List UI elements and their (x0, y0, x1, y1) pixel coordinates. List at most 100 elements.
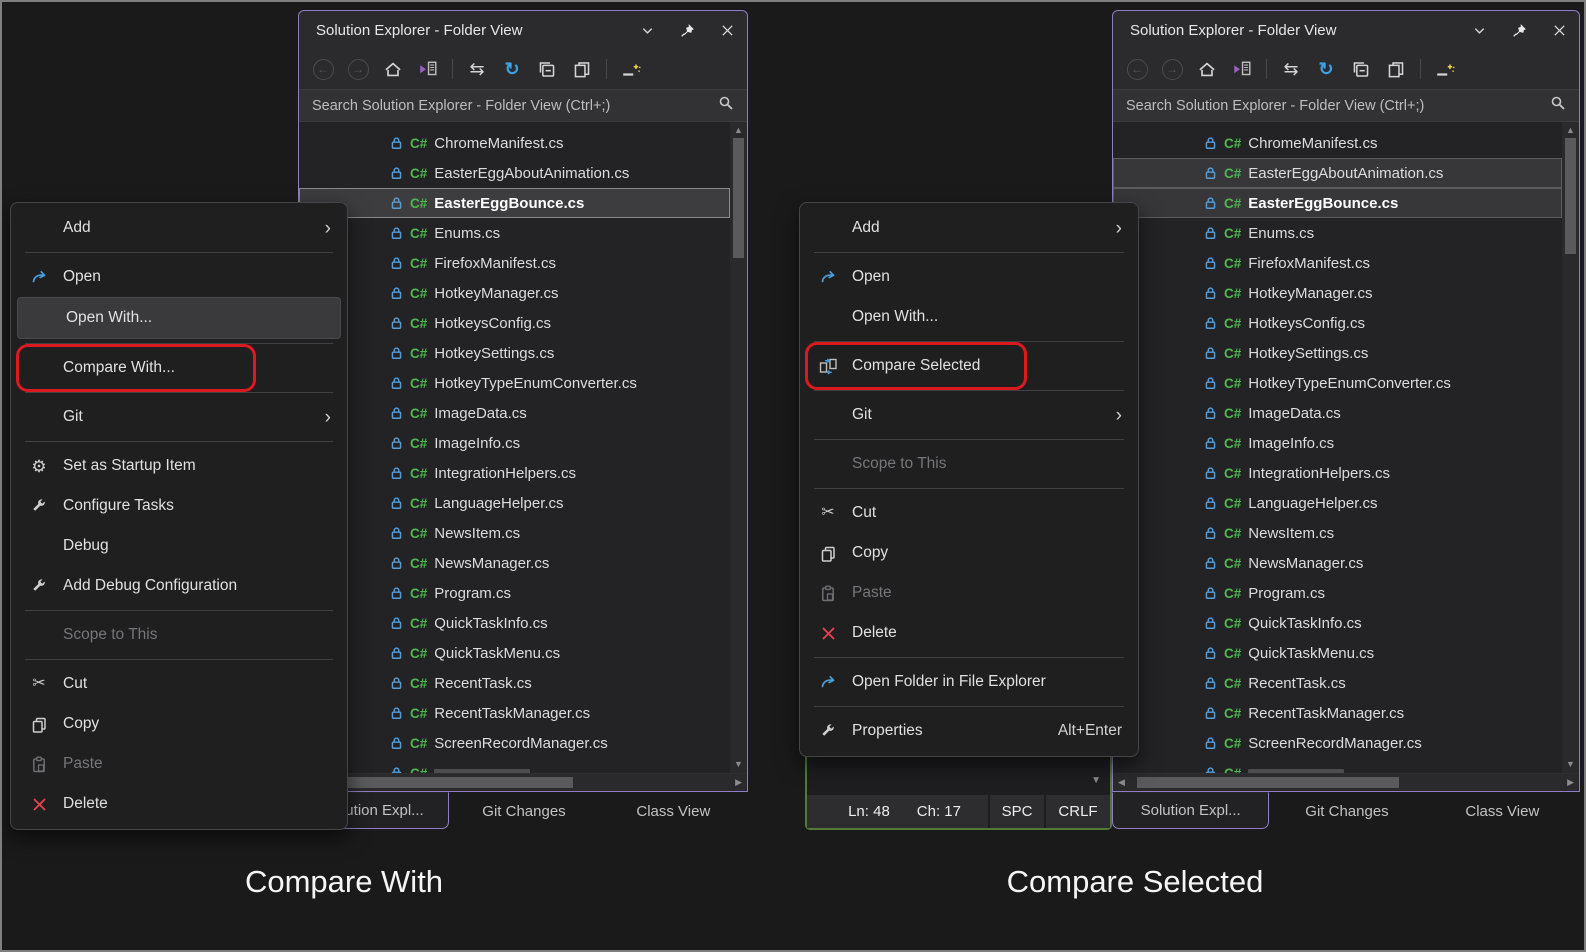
file-row[interactable]: C# Enums.cs (299, 218, 730, 248)
vertical-scroll-thumb[interactable] (733, 138, 744, 258)
file-row[interactable]: C# QuickTaskMenu.cs (1113, 638, 1562, 668)
forward-button[interactable]: → (1161, 58, 1183, 80)
vertical-scroll-thumb[interactable] (1565, 138, 1576, 254)
file-row[interactable]: C# HotkeyTypeEnumConverter.cs (1113, 368, 1562, 398)
file-row[interactable]: C# ScreenRecordManager.cs (299, 728, 730, 758)
file-row[interactable]: C# NewsItem.cs (1113, 518, 1562, 548)
collapse-all-button[interactable] (1350, 58, 1372, 80)
close-icon[interactable] (719, 22, 735, 38)
panel-titlebar[interactable]: Solution Explorer - Folder View (299, 11, 747, 49)
menu-item-delete[interactable]: Delete (15, 784, 343, 824)
file-row[interactable]: C# HotkeyManager.cs (299, 278, 730, 308)
file-row[interactable]: C# QuickTaskMenu.cs (299, 638, 730, 668)
horizontal-scroll-thumb[interactable] (1137, 777, 1399, 788)
file-row[interactable]: C# EasterEggBounce.cs (1113, 188, 1562, 218)
file-row[interactable]: C# NewsManager.cs (1113, 548, 1562, 578)
menu-item-open-with[interactable]: Open With... (804, 297, 1134, 337)
file-row[interactable]: C# Enums.cs (1113, 218, 1562, 248)
scroll-right-arrow[interactable]: ▶ (1567, 778, 1574, 787)
file-row[interactable]: C# ImageInfo.cs (1113, 428, 1562, 458)
file-row[interactable]: C# IntegrationHelpers.cs (1113, 458, 1562, 488)
horizontal-scrollbar[interactable]: ◀ ▶ (299, 773, 747, 791)
menu-item-add[interactable]: Add › (804, 208, 1134, 248)
file-row[interactable]: C# QuickTaskInfo.cs (299, 608, 730, 638)
line-ending-indicator[interactable]: CRLF (1044, 795, 1110, 828)
file-row[interactable]: C# HotkeySettings.cs (299, 338, 730, 368)
space-indicator[interactable]: SPC (988, 795, 1044, 828)
switch-views-button[interactable]: ⇆ (466, 58, 488, 80)
file-row[interactable]: C# ImageInfo.cs (299, 428, 730, 458)
new-item-button[interactable] (1434, 58, 1456, 80)
scroll-down-arrow[interactable]: ▼ (1091, 775, 1101, 786)
file-row-partial[interactable]: C# (1113, 758, 1562, 773)
menu-item-open-folder-in-file-explorer[interactable]: Open Folder in File Explorer (804, 662, 1134, 702)
file-row[interactable]: C# ScreenRecordManager.cs (1113, 728, 1562, 758)
back-button[interactable]: ← (312, 58, 334, 80)
menu-item-git[interactable]: Git › (15, 397, 343, 437)
file-row[interactable]: C# NewsItem.cs (299, 518, 730, 548)
menu-item-git[interactable]: Git › (804, 395, 1134, 435)
file-row-partial[interactable]: C# (299, 758, 730, 773)
file-row[interactable]: C# Program.cs (299, 578, 730, 608)
scroll-left-arrow[interactable]: ◀ (1118, 778, 1125, 787)
file-row[interactable]: C# HotkeysConfig.cs (1113, 308, 1562, 338)
back-button[interactable]: ← (1126, 58, 1148, 80)
menu-item-properties[interactable]: Properties Alt+Enter (804, 711, 1134, 751)
close-icon[interactable] (1551, 22, 1567, 38)
file-row[interactable]: C# EasterEggBounce.cs (299, 188, 730, 218)
menu-item-configure-tasks[interactable]: Configure Tasks (15, 486, 343, 526)
file-row[interactable]: C# Program.cs (1113, 578, 1562, 608)
menu-item-add-debug-configuration[interactable]: Add Debug Configuration (15, 566, 343, 606)
panel-titlebar[interactable]: Solution Explorer - Folder View (1113, 11, 1579, 49)
file-row[interactable]: C# HotkeySettings.cs (1113, 338, 1562, 368)
chevron-down-icon[interactable] (639, 22, 655, 38)
menu-item-copy[interactable]: Copy (15, 704, 343, 744)
magnifier-icon[interactable] (1550, 95, 1566, 116)
file-row[interactable]: C# IntegrationHelpers.cs (299, 458, 730, 488)
file-row[interactable]: C# HotkeysConfig.cs (299, 308, 730, 338)
magnifier-icon[interactable] (718, 95, 734, 116)
scroll-up-arrow[interactable]: ▲ (1562, 126, 1579, 135)
file-row[interactable]: C# ChromeManifest.cs (1113, 128, 1562, 158)
search-box[interactable]: Search Solution Explorer - Folder View (… (299, 89, 747, 122)
scroll-up-arrow[interactable]: ▲ (730, 126, 747, 135)
menu-item-compare-with[interactable]: Compare With... (15, 344, 343, 392)
file-row[interactable]: C# ChromeManifest.cs (299, 128, 730, 158)
search-box[interactable]: Search Solution Explorer - Folder View (… (1113, 89, 1579, 122)
scroll-down-arrow[interactable]: ▼ (730, 760, 747, 769)
menu-item-set-as-startup-item[interactable]: ⚙ Set as Startup Item (15, 446, 343, 486)
show-all-files-button[interactable] (1385, 58, 1407, 80)
scroll-right-arrow[interactable]: ▶ (735, 778, 742, 787)
new-item-button[interactable] (620, 58, 642, 80)
show-all-files-button[interactable] (571, 58, 593, 80)
chevron-down-icon[interactable] (1471, 22, 1487, 38)
file-row[interactable]: C# NewsManager.cs (299, 548, 730, 578)
file-row[interactable]: C# HotkeyTypeEnumConverter.cs (299, 368, 730, 398)
menu-item-cut[interactable]: ✂ Cut (804, 493, 1134, 533)
menu-item-open[interactable]: Open (15, 257, 343, 297)
menu-item-compare-selected[interactable]: Compare Selected (804, 342, 1134, 390)
scroll-down-arrow[interactable]: ▼ (1562, 760, 1579, 769)
file-row[interactable]: C# EasterEggAboutAnimation.cs (299, 158, 730, 188)
home-button[interactable] (1196, 58, 1218, 80)
file-row[interactable]: C# FirefoxManifest.cs (299, 248, 730, 278)
tool-window-tab[interactable]: Class View (1425, 793, 1580, 829)
menu-item-cut[interactable]: ✂ Cut (15, 664, 343, 704)
collapse-all-button[interactable] (536, 58, 558, 80)
file-row[interactable]: C# HotkeyManager.cs (1113, 278, 1562, 308)
file-row[interactable]: C# RecentTask.cs (299, 668, 730, 698)
pin-icon[interactable] (679, 22, 695, 38)
file-row[interactable]: C# EasterEggAboutAnimation.cs (1113, 158, 1562, 188)
sync-active-document-button[interactable] (1231, 58, 1253, 80)
file-row[interactable]: C# ImageData.cs (1113, 398, 1562, 428)
file-row[interactable]: C# RecentTask.cs (1113, 668, 1562, 698)
horizontal-scroll-thumb[interactable] (323, 777, 573, 788)
menu-item-debug[interactable]: Debug (15, 526, 343, 566)
file-row[interactable]: C# RecentTaskManager.cs (1113, 698, 1562, 728)
vertical-scrollbar[interactable]: ▲ ▼ (730, 122, 747, 773)
refresh-button[interactable]: ↻ (1315, 58, 1337, 80)
file-row[interactable]: C# QuickTaskInfo.cs (1113, 608, 1562, 638)
vertical-scrollbar[interactable]: ▲ ▼ (1562, 122, 1579, 773)
file-row[interactable]: C# LanguageHelper.cs (1113, 488, 1562, 518)
menu-item-open-with[interactable]: Open With... (17, 297, 341, 339)
